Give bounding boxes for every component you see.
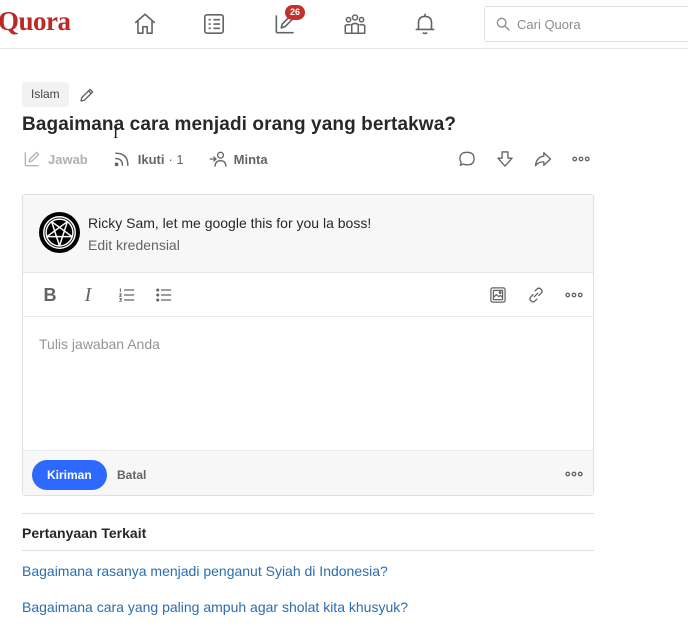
- share-icon[interactable]: [531, 147, 555, 171]
- cancel-button[interactable]: Batal: [117, 468, 146, 482]
- follow-count: · 1: [168, 151, 184, 167]
- request-button[interactable]: Minta: [208, 149, 268, 169]
- text-cursor-icon: I: [113, 125, 119, 142]
- divider: [22, 550, 594, 551]
- image-upload-icon[interactable]: [487, 284, 509, 306]
- user-credential-line: Ricky Sam, let me google this for you la…: [88, 215, 372, 231]
- divider: [22, 513, 594, 514]
- edit-topics-pencil-icon[interactable]: [78, 86, 96, 104]
- answer-text-area-container: [23, 318, 593, 450]
- italic-button[interactable]: I: [77, 284, 99, 306]
- notifications-bell-icon[interactable]: [410, 9, 440, 39]
- answer-textarea[interactable]: [39, 336, 577, 432]
- more-options-icon[interactable]: [569, 147, 593, 171]
- following-list-icon[interactable]: [199, 9, 229, 39]
- comment-icon[interactable]: [455, 147, 479, 171]
- edit-credential-link[interactable]: Edit kredensial: [88, 237, 180, 253]
- editor-footer: Kiriman Batal: [23, 450, 593, 495]
- avatar[interactable]: [39, 212, 80, 253]
- home-icon[interactable]: [130, 9, 160, 39]
- related-questions-heading: Pertanyaan Terkait: [22, 525, 147, 541]
- question-actions: Jawab Ikuti · 1 Minta: [22, 146, 292, 172]
- follow-button[interactable]: Ikuti · 1: [112, 149, 184, 169]
- request-person-icon: [209, 151, 227, 167]
- answer-label: Jawab: [48, 151, 88, 167]
- formatting-toolbar: B I: [23, 274, 593, 317]
- related-question-link[interactable]: Bagaimana rasanya menjadi penganut Syiah…: [22, 563, 388, 579]
- link-icon[interactable]: [525, 284, 547, 306]
- rss-follow-icon: [114, 152, 129, 167]
- editor-header: Ricky Sam, let me google this for you la…: [23, 195, 593, 273]
- answer-button[interactable]: Jawab: [22, 149, 88, 169]
- bulleted-list-icon[interactable]: [153, 284, 175, 306]
- question-secondary-actions: [455, 146, 607, 172]
- spaces-people-icon[interactable]: [340, 9, 370, 39]
- follow-label: Ikuti: [137, 151, 165, 167]
- pentagram-avatar-icon: [43, 216, 76, 249]
- related-question-link[interactable]: Bagaimana cara yang paling ampuh agar sh…: [22, 599, 408, 615]
- quora-logo[interactable]: Quora: [0, 6, 71, 37]
- topic-chip[interactable]: Islam: [22, 82, 69, 107]
- downvote-icon[interactable]: [493, 147, 517, 171]
- question-title[interactable]: Bagaimana cara menjadi orang yang bertak…: [22, 114, 456, 136]
- search-icon: [496, 17, 510, 31]
- request-label: Minta: [233, 151, 268, 167]
- bold-button[interactable]: B: [39, 284, 61, 306]
- submit-answer-button[interactable]: Kiriman: [32, 460, 107, 490]
- search-box[interactable]: [484, 6, 688, 42]
- toolbar-more-icon[interactable]: [563, 284, 585, 306]
- notification-count-badge: 26: [285, 5, 305, 20]
- answer-editor: Ricky Sam, let me google this for you la…: [22, 194, 594, 496]
- top-navigation-bar: Quora 26: [0, 0, 688, 49]
- footer-more-icon[interactable]: [563, 465, 585, 483]
- answer-pencil-icon: [24, 151, 40, 167]
- numbered-list-icon[interactable]: [116, 284, 138, 306]
- search-input[interactable]: [517, 16, 677, 32]
